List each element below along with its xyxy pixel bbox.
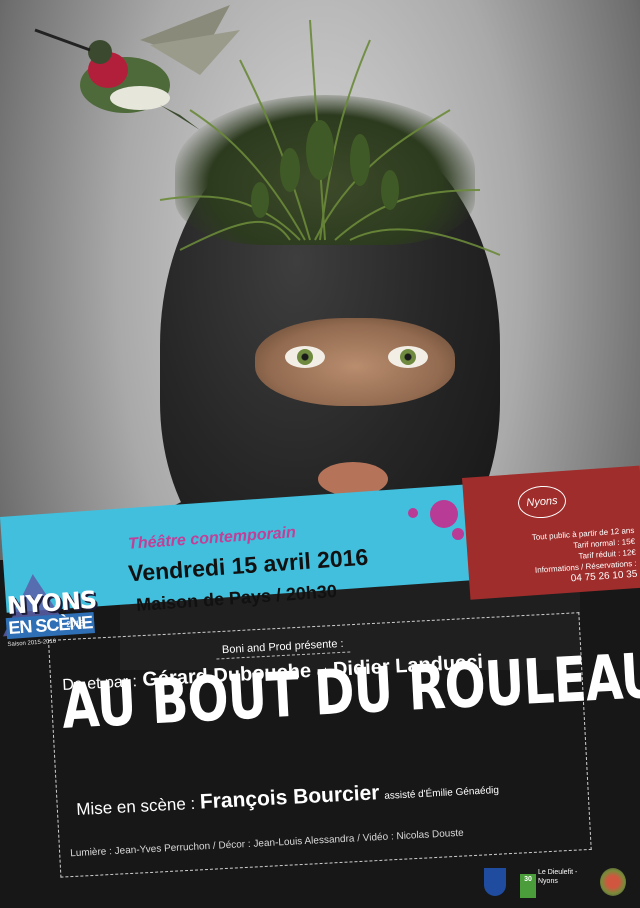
emblem-icon (600, 868, 626, 896)
sponsor-number: 30 (520, 874, 536, 898)
right-eye (388, 346, 428, 368)
director-lead: Mise en scène : (75, 793, 196, 820)
left-eye (285, 346, 325, 368)
festival-year: 2016 (65, 618, 85, 629)
practical-info: Tout public à partir de 12 ans Tarif nor… (484, 525, 637, 590)
director-assist: assisté d'Émilie Génaédig (384, 784, 500, 802)
paint-splash (408, 508, 418, 518)
shield-icon (484, 868, 506, 896)
paint-splash (452, 528, 464, 540)
sponsor-logo: 30Le Dieulefit - Nyons (520, 868, 594, 898)
sponsor-text: Le Dieulefit - Nyons (538, 869, 578, 885)
hummingbird-illustration (34, 5, 240, 130)
poster: Théâtre contemporain Vendredi 15 avril 2… (0, 0, 640, 908)
paint-splash (430, 500, 458, 528)
